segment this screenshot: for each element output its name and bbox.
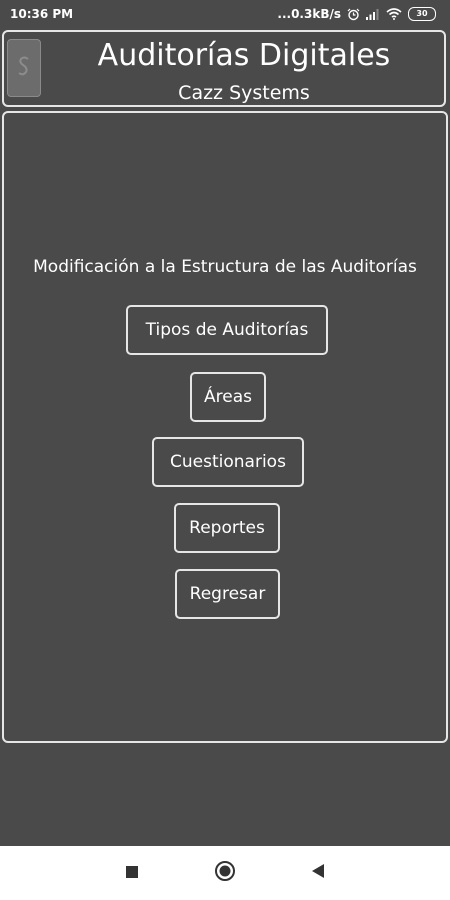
app-title: Auditorías Digitales — [97, 38, 391, 73]
signal-icon — [366, 8, 380, 20]
section-heading: Modificación a la Estructura de las Audi… — [33, 257, 417, 277]
back-triangle-icon — [311, 863, 325, 883]
regresar-button[interactable]: Regresar — [175, 569, 280, 619]
cuestionarios-button[interactable]: Cuestionarios — [152, 437, 304, 487]
menu-icon — [17, 55, 31, 81]
status-icons: ...0.3kB/s 30 — [277, 7, 436, 21]
recents-square-icon — [125, 864, 139, 883]
home-button[interactable] — [205, 846, 245, 900]
status-time: 10:36 PM — [10, 7, 74, 21]
areas-button[interactable]: Áreas — [190, 372, 266, 422]
wifi-icon — [386, 8, 402, 20]
alarm-icon — [347, 8, 360, 21]
menu-button[interactable] — [7, 39, 41, 97]
home-circle-icon — [214, 860, 236, 886]
back-button[interactable] — [298, 846, 338, 900]
tipos-de-auditorias-button[interactable]: Tipos de Auditorías — [126, 305, 328, 355]
network-speed: ...0.3kB/s — [277, 7, 341, 21]
reportes-button[interactable]: Reportes — [174, 503, 280, 553]
app-header: Auditorías Digitales Cazz Systems — [2, 30, 446, 107]
battery-icon: 30 — [408, 7, 436, 21]
main-panel: Modificación a la Estructura de las Audi… — [2, 111, 448, 743]
app-subtitle: Cazz Systems — [178, 82, 310, 104]
recents-button[interactable] — [112, 846, 152, 900]
navigation-bar — [0, 846, 450, 900]
status-bar: 10:36 PM ...0.3kB/s 30 — [0, 0, 450, 28]
